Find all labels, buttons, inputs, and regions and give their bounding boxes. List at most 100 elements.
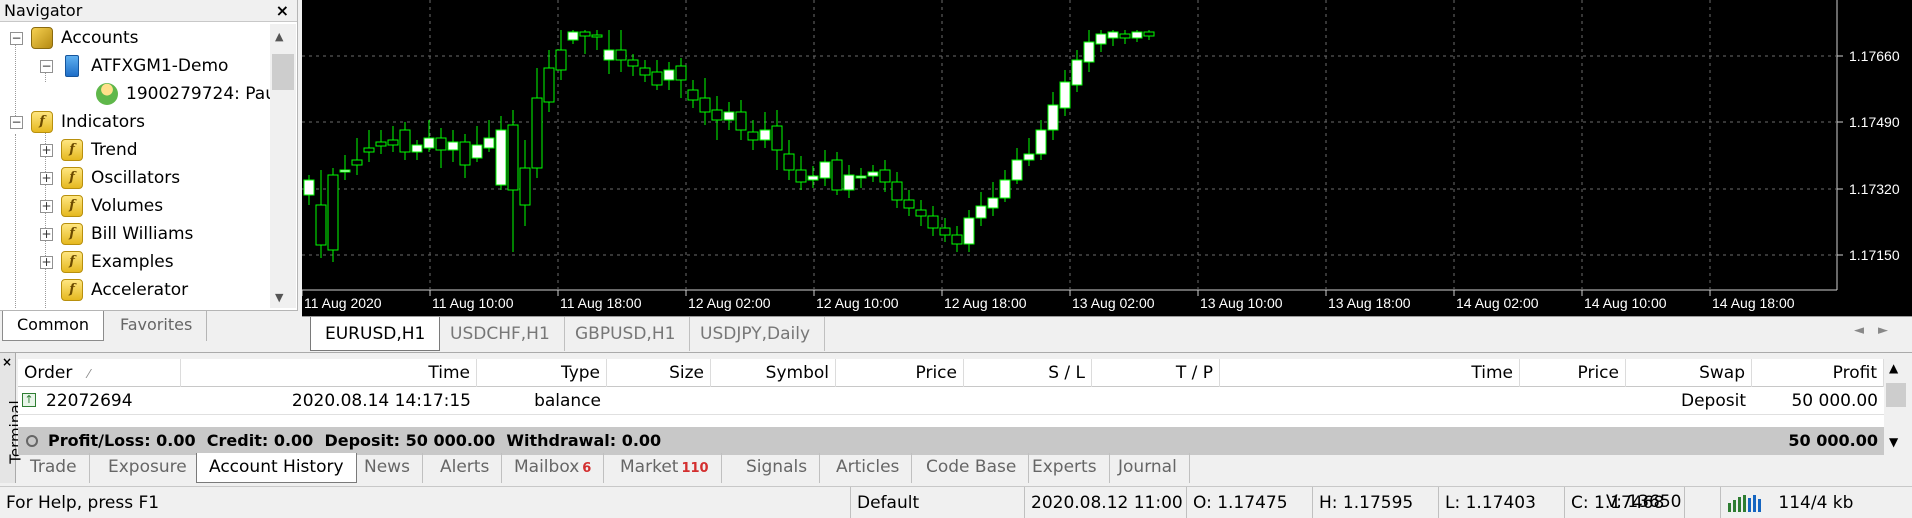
tree-item-trend[interactable]: + f Trend [40,136,138,164]
column-profit[interactable]: Profit [1752,359,1884,387]
candle-body [1083,41,1095,63]
tree-item-volumes[interactable]: + f Volumes [40,192,163,220]
column-sl[interactable]: S / L [964,359,1092,387]
column-swap[interactable]: Swap [1626,359,1752,387]
tab-mailbox[interactable]: Mailbox 6 [502,453,605,483]
chart-canvas[interactable]: 1.17660 1.17490 1.17320 1.17150 11 Aug 2020 1… [302,0,1912,316]
scroll-thumb[interactable] [1886,383,1906,407]
time-label: 11 Aug 2020 [304,295,382,311]
collapse-icon[interactable]: − [10,31,23,45]
indicator-folder-icon: f [61,139,83,161]
candle-body [423,137,435,149]
price-chart[interactable]: 1.17660 1.17490 1.17320 1.17150 11 Aug 2020 1… [302,0,1912,316]
tab-alerts[interactable]: Alerts [428,453,503,483]
candle-body [939,227,951,236]
account-history-table: Order ⁄ Time Type Size Symbol Price S / … [18,359,1884,455]
candle-body [999,179,1011,199]
scroll-down-icon[interactable]: ▼ [1889,435,1898,449]
tab-account-history[interactable]: Account History [196,453,357,483]
table-row[interactable]: ↑ 22072694 2020.08.14 14:17:15 balance D… [18,387,1884,415]
indicator-folder-icon: f [61,251,83,273]
status-profile[interactable]: Default [850,487,1028,518]
candle-body [351,159,363,166]
tab-journal[interactable]: Journal [1106,453,1190,483]
tab-gbpusd-h1[interactable]: GBPUSD,H1 [561,317,691,351]
tree-item-examples[interactable]: + f Examples [40,248,174,276]
tree-item-label: Oscillators [91,168,181,188]
tab-code-base[interactable]: Code Base [914,453,1030,483]
column-order[interactable]: Order ⁄ [18,359,181,387]
expand-icon[interactable]: + [40,199,53,213]
tree-item-indicators[interactable]: − f Indicators [10,108,145,136]
candle-body [819,161,831,179]
column-type[interactable]: Type [477,359,607,387]
summary-icon [26,435,38,447]
time-label: 13 Aug 18:00 [1328,295,1411,311]
candle-body [435,137,447,151]
status-connection[interactable]: 114/4 kb [1720,487,1912,518]
candle-body [327,174,339,251]
tree-item-bill-williams[interactable]: + f Bill Williams [40,220,193,248]
expand-icon[interactable]: + [40,171,53,185]
tab-articles[interactable]: Articles [824,453,913,483]
time-label: 12 Aug 10:00 [816,295,899,311]
collapse-icon[interactable]: − [40,59,53,73]
summary-total: 50 000.00 [1788,431,1878,450]
expand-icon[interactable]: + [40,227,53,241]
tab-trade[interactable]: Trade [18,453,90,483]
time-label: 11 Aug 18:00 [560,295,642,311]
tab-eurusd-h1[interactable]: EURUSD,H1 [310,317,441,351]
table-scrollbar[interactable]: ▲ ▼ [1884,359,1908,451]
tree-item-accelerator[interactable]: f Accelerator [61,276,188,304]
user-icon [96,83,118,105]
column-close-time[interactable]: Time [1220,359,1520,387]
expand-icon[interactable]: + [40,255,53,269]
scroll-up-icon[interactable]: ▲ [275,30,283,43]
close-icon[interactable]: × [276,0,289,22]
scroll-up-icon[interactable]: ▲ [1889,361,1898,375]
summary-row[interactable]: Profit/Loss: 0.00 Credit: 0.00 Deposit: … [18,427,1884,455]
tree-item-server[interactable]: − ATFXGM1-Demo [40,52,228,80]
column-time[interactable]: Time [181,359,477,387]
column-tp[interactable]: T / P [1092,359,1220,387]
indicator-folder-icon: f [61,167,83,189]
tab-usdchf-h1[interactable]: USDCHF,H1 [436,317,565,351]
column-close-price[interactable]: Price [1520,359,1626,387]
scroll-left-icon[interactable]: ◄ [1854,323,1878,338]
terminal-panel: × Terminal Order ⁄ Time Type Size Symbol… [0,352,1912,483]
column-price[interactable]: Price [836,359,964,387]
tab-common[interactable]: Common [2,311,105,341]
tab-usdjpy-daily[interactable]: USDJPY,Daily [686,317,826,351]
tab-exposure[interactable]: Exposure [96,453,200,483]
column-size[interactable]: Size [607,359,711,387]
candle-body [663,69,675,81]
candle-body [687,89,699,101]
close-icon[interactable]: × [2,355,12,369]
tree-item-accounts[interactable]: − Accounts [10,24,139,52]
price-label: 1.17150 [1849,247,1900,263]
candle-body [399,129,411,153]
scroll-down-icon[interactable]: ▼ [275,291,283,304]
column-symbol[interactable]: Symbol [711,359,836,387]
status-high: H: 1.17595 [1312,487,1440,518]
candle-body [891,181,903,201]
tab-favorites[interactable]: Favorites [106,311,208,341]
tree-item-account-user[interactable]: 1900279724: Paul [96,80,270,108]
scroll-thumb[interactable] [272,54,294,90]
navigator-scrollbar[interactable]: ▲ ▼ [270,24,296,308]
accounts-icon [31,27,53,49]
tab-news[interactable]: News [352,453,423,483]
tab-signals[interactable]: Signals [734,453,821,483]
candle-body [1107,31,1119,39]
scroll-right-icon[interactable]: ► [1878,323,1902,338]
expand-icon[interactable]: + [40,143,53,157]
tree-item-label: Trend [91,140,138,160]
tab-market[interactable]: Market 110 [608,453,722,483]
tree-item-label: Examples [91,252,174,272]
candle-body [1143,31,1155,37]
candle-body [1071,59,1083,86]
tab-experts[interactable]: Experts [1020,453,1110,483]
collapse-icon[interactable]: − [10,115,23,129]
tree-item-oscillators[interactable]: + f Oscillators [40,164,180,192]
candle-body [627,59,639,67]
